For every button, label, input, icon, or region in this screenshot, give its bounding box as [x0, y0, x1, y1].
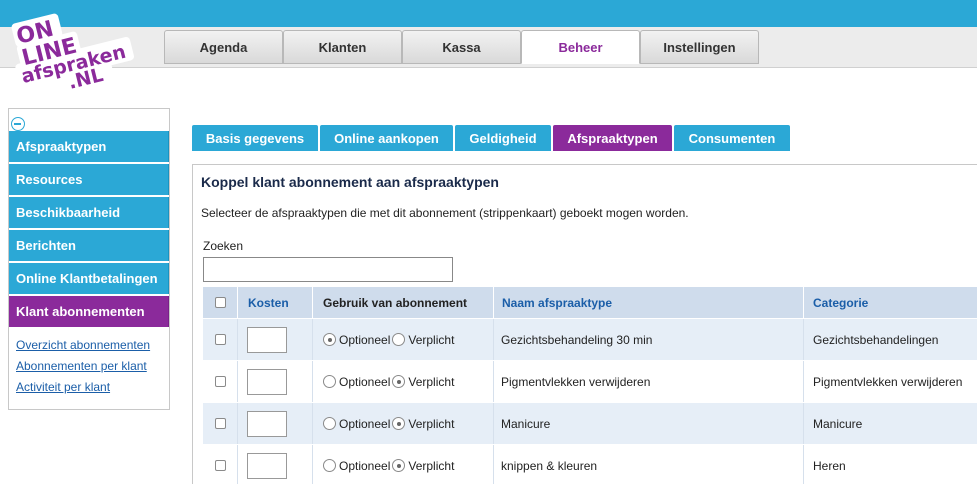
row-checkbox[interactable] — [215, 460, 226, 471]
categorie-name: Manicure — [813, 416, 863, 431]
table-row: Optioneel Verplicht Manicure Manicure — [203, 403, 977, 445]
top-bar — [0, 0, 977, 27]
select-all-cell — [215, 287, 226, 318]
radio-verplicht-label: Verplicht — [408, 374, 455, 389]
row-checkbox[interactable] — [215, 334, 226, 345]
radio-verplicht-label: Verplicht — [408, 332, 455, 347]
radio-verplicht-label: Verplicht — [408, 458, 455, 473]
radio-optioneel-label: Optioneel — [339, 416, 391, 431]
afspraaktype-name: Gezichtsbehandeling 30 min — [501, 332, 653, 347]
sidebar-item-online-klantbetalingen[interactable]: Online Klantbetalingen — [9, 263, 169, 294]
header-kosten-label[interactable]: Kosten — [248, 296, 289, 310]
content-panel: Koppel klant abonnement aan afspraaktype… — [192, 164, 977, 484]
page-description: Selecteer de afspraaktypen die met dit a… — [201, 206, 689, 220]
header-naam-label[interactable]: Naam afspraaktype — [502, 296, 612, 310]
sidebar-item-klant-abonnementen[interactable]: Klant abonnementen — [9, 296, 169, 327]
row-checkbox[interactable] — [215, 376, 226, 387]
radio-verplicht[interactable] — [392, 459, 406, 472]
radio-optioneel[interactable] — [323, 333, 336, 346]
main-tab-klanten[interactable]: Klanten — [283, 30, 402, 64]
page-title: Koppel klant abonnement aan afspraaktype… — [201, 174, 499, 190]
header-categorie-label[interactable]: Categorie — [813, 296, 868, 310]
usage-radio-group: Optioneel Verplicht — [323, 403, 456, 444]
header-gebruik-label: Gebruik van abonnement — [323, 295, 468, 310]
main-tab-instellingen[interactable]: Instellingen — [640, 30, 759, 64]
header-kosten[interactable]: Kosten — [248, 287, 289, 318]
logo-graphic: ON LINE afspraken .NL — [11, 13, 134, 92]
main-navigation: Agenda Klanten Kassa Beheer Instellingen — [164, 30, 759, 64]
collapse-icon[interactable] — [11, 117, 25, 131]
header-categorie[interactable]: Categorie — [813, 287, 868, 318]
header-gebruik: Gebruik van abonnement — [323, 287, 467, 318]
radio-verplicht[interactable] — [392, 333, 406, 346]
table-header-row: Kosten Gebruik van abonnement Naam afspr… — [203, 287, 977, 319]
categorie-name: Pigmentvlekken verwijderen — [813, 374, 963, 389]
row-checkbox[interactable] — [215, 418, 226, 429]
sidebar-item-afspraaktypen[interactable]: Afspraaktypen — [9, 131, 169, 162]
usage-radio-group: Optioneel Verplicht — [323, 361, 456, 402]
categorie-name: Heren — [813, 458, 846, 473]
radio-verplicht[interactable] — [392, 375, 406, 388]
main-tab-kassa[interactable]: Kassa — [402, 30, 521, 64]
radio-optioneel-label: Optioneel — [339, 458, 391, 473]
sidebar-menu: Afspraaktypen Resources Beschikbaarheid … — [9, 131, 169, 329]
link-abonnementen-per-klant[interactable]: Abonnementen per klant — [16, 356, 150, 377]
sidebar-submenu: Overzicht abonnementen Abonnementen per … — [16, 335, 150, 398]
tab-geldigheid[interactable]: Geldigheid — [455, 125, 551, 151]
link-activiteit-per-klant[interactable]: Activiteit per klant — [16, 377, 150, 398]
sidebar-item-resources[interactable]: Resources — [9, 164, 169, 195]
search-input[interactable] — [203, 257, 453, 282]
table-row: Optioneel Verplicht Gezichtsbehandeling … — [203, 319, 977, 361]
sidebar-item-berichten[interactable]: Berichten — [9, 230, 169, 261]
tab-basis-gegevens[interactable]: Basis gegevens — [192, 125, 318, 151]
kosten-input[interactable] — [247, 410, 287, 437]
radio-optioneel[interactable] — [323, 375, 336, 388]
tab-online-aankopen[interactable]: Online aankopen — [320, 125, 453, 151]
sub-tabs: Basis gegevens Online aankopen Geldighei… — [192, 125, 792, 151]
afspraaktype-name: knippen & kleuren — [501, 458, 598, 473]
tab-consumenten[interactable]: Consumenten — [674, 125, 790, 151]
header-naam[interactable]: Naam afspraaktype — [502, 287, 612, 318]
radio-verplicht[interactable] — [392, 417, 406, 430]
sidebar: Afspraaktypen Resources Beschikbaarheid … — [8, 108, 170, 410]
sidebar-item-beschikbaarheid[interactable]: Beschikbaarheid — [9, 197, 169, 228]
categorie-name: Gezichtsbehandelingen — [813, 332, 939, 347]
radio-verplicht-label: Verplicht — [408, 416, 455, 431]
table-row: Optioneel Verplicht Pigmentvlekken verwi… — [203, 361, 977, 403]
afspraaktype-name: Manicure — [501, 416, 551, 431]
radio-optioneel[interactable] — [323, 417, 336, 430]
radio-optioneel[interactable] — [323, 459, 336, 472]
kosten-input[interactable] — [247, 452, 287, 479]
select-all-checkbox[interactable] — [215, 297, 226, 308]
radio-optioneel-label: Optioneel — [339, 332, 391, 347]
kosten-input[interactable] — [247, 326, 287, 353]
main-tab-agenda[interactable]: Agenda — [164, 30, 283, 64]
table-row: Optioneel Verplicht knippen & kleuren He… — [203, 445, 977, 484]
onlineafspraken-logo[interactable]: ON LINE afspraken .NL — [8, 2, 138, 92]
afspraaktypen-table: Kosten Gebruik van abonnement Naam afspr… — [203, 287, 977, 484]
link-overzicht-abonnementen[interactable]: Overzicht abonnementen — [16, 335, 150, 356]
search-label: Zoeken — [203, 239, 244, 253]
usage-radio-group: Optioneel Verplicht — [323, 319, 456, 360]
radio-optioneel-label: Optioneel — [339, 374, 391, 389]
main-tab-beheer[interactable]: Beheer — [521, 30, 640, 64]
tab-afspraaktypen[interactable]: Afspraaktypen — [553, 125, 672, 151]
afspraaktype-name: Pigmentvlekken verwijderen — [501, 374, 651, 389]
usage-radio-group: Optioneel Verplicht — [323, 445, 456, 484]
kosten-input[interactable] — [247, 368, 287, 395]
